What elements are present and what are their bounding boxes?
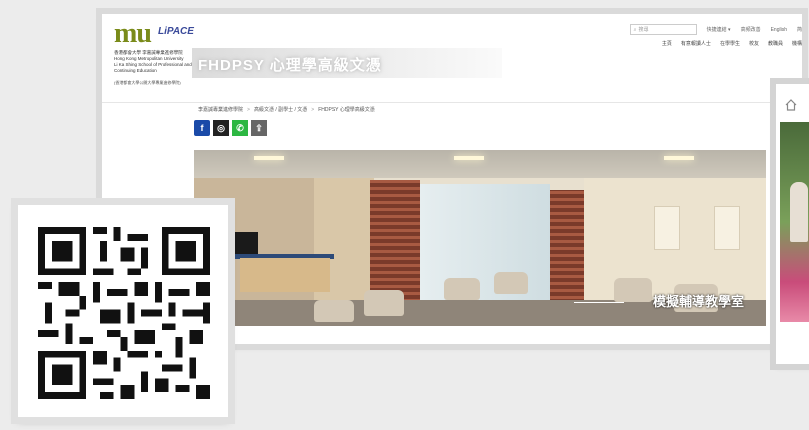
armchair (494, 272, 528, 294)
utility-bar: ⌕ 搜尋 快捷連結 ▾ 高頻改善 English 简 (629, 24, 802, 35)
home-icon[interactable] (784, 98, 798, 112)
nav-item-organisations[interactable]: 機構 (792, 40, 802, 47)
breadcrumb-current: FHDPSY 心理學高級文憑 (318, 107, 375, 113)
search-placeholder: 搜尋 (638, 27, 649, 33)
lang-simplified-link[interactable]: 简 (797, 26, 802, 33)
breadcrumb-separator: > (247, 106, 250, 113)
desk (240, 258, 330, 292)
site-header: mu LiPACE 香港都會大學 李嘉誠專業進修學院 Hong Kong Met… (102, 14, 802, 100)
acoustic-panel (654, 206, 680, 250)
armchair (364, 290, 404, 316)
ceiling-light (254, 156, 284, 160)
monitor (230, 232, 258, 254)
armchair (614, 278, 652, 302)
acoustic-panel (714, 206, 740, 250)
main-nav: 主頁 有意報讀人士 在學學生 校友 教職員 機構 (662, 40, 802, 47)
accessibility-link[interactable]: 高頻改善 (741, 26, 761, 33)
garden-photo (780, 122, 809, 322)
armchair (444, 278, 480, 300)
ceiling-light (664, 156, 694, 160)
qr-code[interactable] (38, 227, 210, 399)
photo-ceiling (194, 150, 766, 178)
nav-item-home[interactable]: 主頁 (662, 40, 672, 47)
person-figure (790, 182, 808, 242)
instagram-icon[interactable]: ◎ (213, 120, 229, 136)
breadcrumb-separator: > (311, 106, 315, 113)
search-input[interactable]: ⌕ 搜尋 (629, 24, 697, 35)
quick-links-label: 快捷連結 (706, 27, 727, 33)
nav-item-alumni[interactable]: 校友 (749, 40, 759, 47)
caption-underline (574, 302, 624, 303)
chevron-down-icon: ▾ (728, 27, 731, 33)
whiteboard-glass (420, 184, 550, 304)
ceiling-light (454, 156, 484, 160)
share-icon[interactable]: ⇪ (251, 120, 267, 136)
breadcrumb: 李嘉誠專業進修學院 > 高級文憑 / 副學士 / 文憑 > FHDPSY 心理學… (198, 106, 375, 114)
social-share-bar: f ◎ ✆ ⇪ (194, 120, 267, 136)
secondary-screenshot (776, 84, 809, 364)
facebook-icon[interactable]: f (194, 120, 210, 136)
whatsapp-icon[interactable]: ✆ (232, 120, 248, 136)
nav-item-staff[interactable]: 教職員 (768, 40, 783, 47)
photo-caption: 模擬輔導教學室 (652, 294, 744, 309)
page-title: FHDPSY 心理學高級文憑 (198, 57, 382, 74)
divider (102, 102, 802, 103)
brick-wall (550, 190, 584, 310)
search-icon: ⌕ (633, 26, 637, 33)
classroom-photo: 模擬輔導教學室 (194, 150, 766, 326)
quick-links-dropdown[interactable]: 快捷連結 ▾ (707, 26, 731, 33)
armchair (314, 300, 354, 322)
nav-item-students[interactable]: 在學學生 (720, 40, 740, 47)
nav-item-prospective[interactable]: 有意報讀人士 (681, 40, 711, 47)
qr-code-card (18, 205, 228, 417)
breadcrumb-item[interactable]: 李嘉誠專業進修學院 (198, 106, 243, 113)
lang-english-link[interactable]: English (771, 27, 787, 33)
breadcrumb-item[interactable]: 高級文憑 / 副學士 / 文憑 (254, 106, 307, 113)
logo-brand: LiPACE (158, 26, 194, 37)
logo-slogan: (香港都會大學公開大學專業進修學院) (114, 80, 181, 85)
